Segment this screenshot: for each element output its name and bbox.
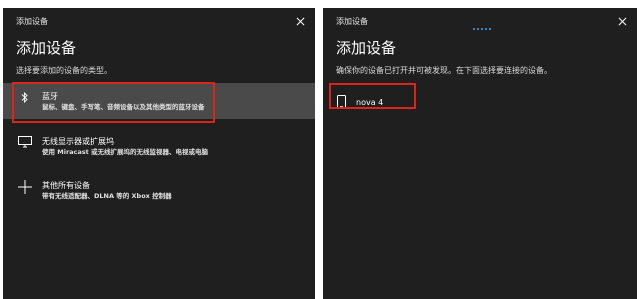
other-devices-option-desc: 带有无线适配器、DLNA 等的 Xbox 控制器 — [42, 192, 172, 200]
phone-icon — [334, 95, 348, 109]
searching-progress-indicator — [473, 28, 491, 30]
add-device-window-right: 添加设备 添加设备 确保你的设备已打开并可被发现。在下面选择要连接的设备。 no… — [323, 8, 637, 299]
device-item-nova-4[interactable]: nova 4 — [332, 86, 412, 118]
wireless-display-option-title: 无线显示器或扩展坞 — [42, 137, 114, 146]
add-device-window-left: 添加设备 添加设备 选择要添加的设备的类型。 蓝牙 鼠标、键盘、手写笔、音频设备… — [3, 8, 315, 299]
wireless-display-option[interactable]: 无线显示器或扩展坞 使用 Miracast 或无线扩展坞的无线监视器、电视或电脑 — [3, 128, 315, 164]
other-devices-option-title: 其他所有设备 — [42, 181, 90, 190]
title-bar: 添加设备 — [3, 8, 315, 34]
plus-icon — [12, 180, 38, 194]
close-icon[interactable] — [293, 14, 307, 28]
bluetooth-icon — [12, 91, 38, 104]
device-name: nova 4 — [356, 97, 384, 107]
bluetooth-option-desc: 鼠标、键盘、手写笔、音频设备以及其他类型的蓝牙设备 — [42, 103, 205, 111]
page-title: 添加设备 — [16, 39, 77, 57]
monitor-icon — [12, 136, 38, 148]
bluetooth-option[interactable]: 蓝牙 鼠标、键盘、手写笔、音频设备以及其他类型的蓝牙设备 — [3, 83, 315, 119]
page-subtitle: 选择要添加的设备的类型。 — [16, 66, 112, 75]
close-icon[interactable] — [615, 14, 629, 28]
page-subtitle: 确保你的设备已打开并可被发现。在下面选择要连接的设备。 — [336, 66, 552, 75]
window-title: 添加设备 — [16, 16, 48, 26]
page-title: 添加设备 — [336, 39, 397, 57]
wireless-display-option-desc: 使用 Miracast 或无线扩展坞的无线监视器、电视或电脑 — [42, 148, 209, 156]
window-title: 添加设备 — [336, 16, 368, 26]
other-devices-option[interactable]: 其他所有设备 带有无线适配器、DLNA 等的 Xbox 控制器 — [3, 172, 315, 208]
bluetooth-option-title: 蓝牙 — [42, 92, 58, 101]
title-bar: 添加设备 — [323, 8, 637, 34]
